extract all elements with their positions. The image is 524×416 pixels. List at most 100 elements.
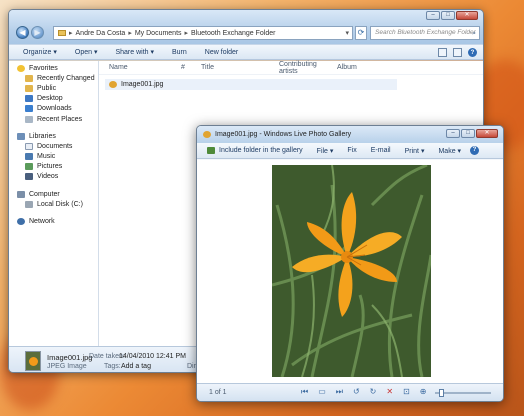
column-name[interactable]: Name bbox=[99, 64, 181, 71]
nav-favorites[interactable]: Favorites bbox=[9, 63, 98, 73]
navigation-pane: Favorites Recently Changed Public Deskto… bbox=[9, 61, 99, 346]
folder-icon bbox=[25, 74, 33, 82]
breadcrumb-item[interactable]: Bluetooth Exchange Folder bbox=[191, 30, 275, 37]
nav-local-disk[interactable]: Local Disk (C:) bbox=[9, 199, 98, 209]
lily-photo bbox=[272, 165, 431, 377]
gallery-controls: ⏮ ▭ ⏭ ↺ ↻ ✕ ⊡ ⊕ bbox=[301, 387, 426, 397]
gallery-window-controls: – □ ✕ bbox=[445, 129, 498, 138]
details-tags-value[interactable]: Add a tag bbox=[121, 363, 151, 370]
nav-documents[interactable]: Documents bbox=[9, 141, 98, 151]
actual-size-icon[interactable]: ⊡ bbox=[403, 387, 410, 397]
help-icon[interactable]: ? bbox=[470, 146, 479, 155]
nav-label: Network bbox=[29, 218, 55, 226]
image-file-icon bbox=[109, 81, 117, 88]
nav-label: Downloads bbox=[37, 105, 72, 113]
details-type: JPEG Image bbox=[47, 363, 87, 370]
file-thumbnail bbox=[25, 351, 41, 371]
fix-button[interactable]: Fix bbox=[347, 147, 356, 154]
gallery-title: Image001.jpg - Windows Live Photo Galler… bbox=[215, 131, 352, 138]
gallery-toolbar: Include folder in the gallery File ▾ Fix… bbox=[197, 143, 503, 159]
include-folder-button[interactable]: Include folder in the gallery bbox=[219, 147, 303, 154]
close-button[interactable]: ✕ bbox=[456, 11, 478, 20]
nav-recent-places[interactable]: Recent Places bbox=[9, 114, 98, 124]
column-title[interactable]: Title bbox=[201, 64, 279, 71]
nav-label: Desktop bbox=[37, 95, 63, 103]
chevron-icon: ▸ bbox=[69, 30, 73, 37]
nav-desktop[interactable]: Desktop bbox=[9, 94, 98, 104]
share-with-button[interactable]: Share with ▾ bbox=[115, 48, 154, 56]
file-menu[interactable]: File ▾ bbox=[317, 147, 334, 155]
preview-pane-icon[interactable] bbox=[453, 48, 462, 57]
rotate-right-icon[interactable]: ↻ bbox=[370, 387, 377, 397]
page-indicator: 1 of 1 bbox=[209, 389, 227, 396]
delete-icon[interactable]: ✕ bbox=[386, 387, 393, 397]
maximize-button[interactable]: □ bbox=[461, 129, 475, 138]
rotate-left-icon[interactable]: ↺ bbox=[353, 387, 360, 397]
nav-libraries[interactable]: Libraries bbox=[9, 131, 98, 141]
back-button[interactable]: ◀ bbox=[16, 26, 29, 39]
nav-network[interactable]: Network bbox=[9, 216, 98, 226]
new-folder-button[interactable]: New folder bbox=[205, 49, 238, 56]
search-icon: ⌕ bbox=[472, 30, 476, 37]
nav-label: Computer bbox=[29, 190, 60, 198]
minimize-button[interactable]: – bbox=[426, 11, 440, 20]
include-folder-icon bbox=[207, 147, 215, 154]
column-artists[interactable]: Contributing artists bbox=[279, 61, 337, 75]
forward-button[interactable]: ▶ bbox=[31, 26, 44, 39]
organize-button[interactable]: Organize ▾ bbox=[23, 48, 57, 56]
recent-places-icon bbox=[25, 115, 33, 123]
nav-label: Videos bbox=[37, 173, 59, 181]
nav-recently-changed[interactable]: Recently Changed bbox=[9, 73, 98, 83]
downloads-icon bbox=[25, 105, 33, 113]
zoom-slider-thumb[interactable] bbox=[439, 389, 444, 397]
make-menu[interactable]: Make ▾ bbox=[438, 147, 461, 155]
nav-public[interactable]: Public bbox=[9, 83, 98, 93]
nav-music[interactable]: Music bbox=[9, 152, 98, 162]
photo-gallery-window: Image001.jpg - Windows Live Photo Galler… bbox=[196, 125, 504, 402]
close-button[interactable]: ✕ bbox=[476, 129, 498, 138]
window-controls: – □ ✕ bbox=[425, 11, 478, 20]
nav-label: Recent Places bbox=[37, 115, 83, 123]
column-number[interactable]: # bbox=[181, 64, 201, 71]
nav-label: Documents bbox=[37, 142, 73, 150]
nav-label: Pictures bbox=[37, 163, 63, 171]
gallery-statusbar: 1 of 1 ⏮ ▭ ⏭ ↺ ↻ ✕ ⊡ ⊕ bbox=[197, 383, 503, 401]
maximize-button[interactable]: □ bbox=[441, 11, 455, 20]
explorer-titlebar: – □ ✕ ◀ ▶ ▸ Andre Da Costa ▸ My Document… bbox=[9, 10, 483, 44]
nav-downloads[interactable]: Downloads bbox=[9, 104, 98, 114]
music-icon bbox=[25, 153, 33, 161]
breadcrumb-item[interactable]: My Documents bbox=[135, 30, 182, 37]
slideshow-icon[interactable]: ▭ bbox=[318, 387, 326, 397]
print-menu[interactable]: Print ▾ bbox=[405, 147, 425, 155]
computer-icon bbox=[17, 190, 25, 198]
nav-computer[interactable]: Computer bbox=[9, 189, 98, 199]
breadcrumb-item[interactable]: Andre Da Costa bbox=[76, 30, 126, 37]
details-date-value[interactable]: 14/04/2010 12:41 PM bbox=[119, 353, 186, 360]
open-button[interactable]: Open ▾ bbox=[75, 48, 98, 56]
next-icon[interactable]: ⏭ bbox=[336, 387, 343, 397]
burn-button[interactable]: Burn bbox=[172, 49, 187, 56]
nav-label: Local Disk (C:) bbox=[37, 200, 83, 208]
minimize-button[interactable]: – bbox=[446, 129, 460, 138]
zoom-slider[interactable] bbox=[435, 389, 491, 397]
file-name: Image001.jpg bbox=[121, 81, 164, 88]
nav-label: Music bbox=[37, 153, 56, 161]
search-input[interactable]: Search Bluetooth Exchange Folder ⌕ bbox=[370, 26, 480, 40]
videos-icon bbox=[25, 173, 33, 181]
refresh-button[interactable]: ⟳ bbox=[355, 26, 367, 40]
photo-viewer bbox=[197, 160, 503, 383]
address-bar[interactable]: ▸ Andre Da Costa ▸ My Documents ▸ Blueto… bbox=[53, 26, 353, 40]
file-row[interactable]: Image001.jpg bbox=[105, 79, 397, 90]
nav-videos[interactable]: Videos bbox=[9, 172, 98, 182]
help-icon[interactable]: ? bbox=[468, 48, 477, 57]
previous-icon[interactable]: ⏮ bbox=[301, 387, 308, 397]
address-dropdown-icon[interactable]: ▾ bbox=[345, 29, 349, 37]
details-filename: Image001.jpg bbox=[47, 353, 93, 362]
column-album[interactable]: Album bbox=[337, 64, 387, 71]
zoom-icon[interactable]: ⊕ bbox=[420, 387, 427, 397]
email-button[interactable]: E-mail bbox=[371, 147, 391, 154]
pictures-icon bbox=[25, 163, 33, 171]
view-options-icon[interactable] bbox=[438, 48, 447, 57]
nav-pictures[interactable]: Pictures bbox=[9, 162, 98, 172]
command-bar: Organize ▾ Open ▾ Share with ▾ Burn New … bbox=[9, 44, 483, 60]
